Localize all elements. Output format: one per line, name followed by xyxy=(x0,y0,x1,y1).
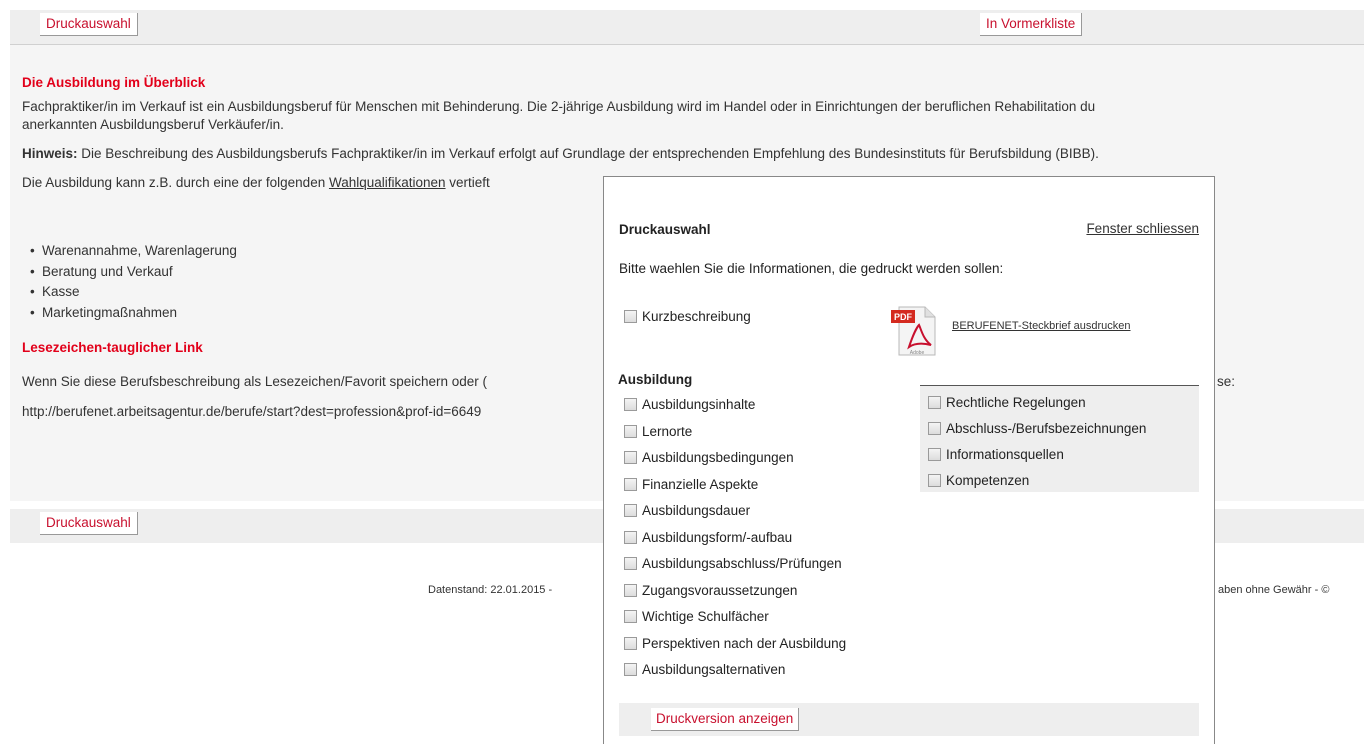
checkbox-box[interactable] xyxy=(928,448,941,461)
checkbox-label: Ausbildungsbedingungen xyxy=(642,450,794,465)
checkbox-box[interactable] xyxy=(624,663,637,676)
wahl-suffix: vertieft xyxy=(445,175,490,190)
print-selection-button-bottom[interactable]: Druckauswahl xyxy=(40,512,138,535)
checkbox-box[interactable] xyxy=(624,531,637,544)
checkbox-informationsquellen[interactable]: Informationsquellen xyxy=(928,445,1064,465)
wahl-paragraph: Die Ausbildung kann z.B. durch eine der … xyxy=(22,174,490,192)
list-item: Beratung und Verkauf xyxy=(30,262,237,283)
checkbox-finanzielle-aspekte[interactable]: Finanzielle Aspekte xyxy=(624,475,758,495)
checkbox-label: Ausbildungsdauer xyxy=(642,503,751,518)
checkbox-label: Kompetenzen xyxy=(946,473,1030,488)
checkbox-perspektiven[interactable]: Perspektiven nach der Ausbildung xyxy=(624,634,846,654)
checkbox-box[interactable] xyxy=(624,398,637,411)
checkbox-box[interactable] xyxy=(624,637,637,650)
dialog-footer: Druckversion anzeigen xyxy=(619,703,1199,736)
bookmark-url: http://berufenet.arbeitsagentur.de/beruf… xyxy=(22,404,482,419)
list-item: Kasse xyxy=(30,282,237,303)
hint-text: Die Beschreibung des Ausbildungsberufs F… xyxy=(77,146,1099,161)
checkbox-ausbildungsdauer[interactable]: Ausbildungsdauer xyxy=(624,501,750,521)
dialog-intro: Bitte waehlen Sie die Informationen, die… xyxy=(619,261,1004,276)
checkbox-lernorte[interactable]: Lernorte xyxy=(624,422,692,442)
intro-text-line1: Fachpraktiker/in im Verkauf ist ein Ausb… xyxy=(22,99,1096,114)
wahlqualifikationen-link[interactable]: Wahlqualifikationen xyxy=(329,175,446,190)
checkbox-label: Lernorte xyxy=(642,424,693,439)
show-print-version-button[interactable]: Druckversion anzeigen xyxy=(651,708,800,731)
checkbox-label: Ausbildungsinhalte xyxy=(642,397,756,412)
checkbox-box[interactable] xyxy=(928,474,941,487)
right-options-group: Rechtliche Regelungen Abschluss-/Berufsb… xyxy=(920,385,1199,492)
checkbox-ausbildungsform[interactable]: Ausbildungsform/-aufbau xyxy=(624,528,792,548)
dialog-title: Druckauswahl xyxy=(619,222,711,237)
ausbildung-heading: Ausbildung xyxy=(618,372,693,387)
checkbox-ausbildungsalternativen[interactable]: Ausbildungsalternativen xyxy=(624,660,785,680)
add-to-watchlist-button[interactable]: In Vormerkliste xyxy=(980,13,1083,36)
overview-heading: Die Ausbildung im Überblick xyxy=(22,75,206,90)
checkbox-box[interactable] xyxy=(624,478,637,491)
footer-date: Datenstand: 22.01.2015 - xyxy=(428,584,553,596)
intro-text-line2: anerkannten Ausbildungsberuf Verkäufer/i… xyxy=(22,117,284,132)
hint-paragraph: Hinweis: Die Beschreibung des Ausbildung… xyxy=(22,145,1099,163)
checkbox-label: Wichtige Schulfächer xyxy=(642,609,769,624)
close-dialog-link[interactable]: Fenster schliessen xyxy=(1086,221,1199,236)
checkbox-box[interactable] xyxy=(928,422,941,435)
checkbox-ausbildungsinhalte[interactable]: Ausbildungsinhalte xyxy=(624,395,755,415)
hint-label: Hinweis: xyxy=(22,146,78,161)
checkbox-box[interactable] xyxy=(624,425,637,438)
checkbox-label: Ausbildungsabschluss/Prüfungen xyxy=(642,556,842,571)
checkbox-box[interactable] xyxy=(928,396,941,409)
checkbox-box[interactable] xyxy=(624,451,637,464)
checkbox-label: Rechtliche Regelungen xyxy=(946,395,1086,410)
checkbox-label: Abschluss-/Berufsbezeichnungen xyxy=(946,421,1147,436)
checkbox-label: Ausbildungsalternativen xyxy=(642,662,786,677)
checkbox-schulfaecher[interactable]: Wichtige Schulfächer xyxy=(624,607,769,627)
checkbox-kurzbeschreibung[interactable]: Kurzbeschreibung xyxy=(624,307,751,327)
print-selection-button[interactable]: Druckauswahl xyxy=(40,13,138,36)
print-selection-dialog: Druckauswahl Fenster schliessen Bitte wa… xyxy=(603,176,1215,744)
top-toolbar: Druckauswahl In Vormerkliste xyxy=(10,10,1364,45)
checkbox-kompetenzen[interactable]: Kompetenzen xyxy=(928,471,1029,491)
bookmark-heading: Lesezeichen-tauglicher Link xyxy=(22,340,203,355)
list-item: Warenannahme, Warenlagerung xyxy=(30,241,237,262)
checkbox-label: Finanzielle Aspekte xyxy=(642,477,759,492)
bookmark-text-end: se: xyxy=(1217,374,1236,389)
checkbox-label: Informationsquellen xyxy=(946,447,1064,462)
checkbox-label: Kurzbeschreibung xyxy=(642,309,751,324)
checkbox-zugangsvoraussetzungen[interactable]: Zugangsvoraussetzungen xyxy=(624,581,797,601)
checkbox-label: Ausbildungsform/-aufbau xyxy=(642,530,793,545)
checkbox-ausbildungsbedingungen[interactable]: Ausbildungsbedingungen xyxy=(624,448,794,468)
checkbox-box[interactable] xyxy=(624,310,637,323)
checkbox-box[interactable] xyxy=(624,584,637,597)
pdf-steckbrief-link[interactable]: BERUFENET-Steckbrief ausdrucken xyxy=(952,320,1131,332)
footer-disclaimer: aben ohne Gewähr - © xyxy=(1218,584,1330,596)
checkbox-label: Perspektiven nach der Ausbildung xyxy=(642,636,847,651)
checkbox-abschlussbezeichnungen[interactable]: Abschluss-/Berufsbezeichnungen xyxy=(928,419,1146,439)
list-item: Marketingmaßnahmen xyxy=(30,303,237,324)
bookmark-text: Wenn Sie diese Berufsbeschreibung als Le… xyxy=(22,374,488,389)
svg-text:PDF: PDF xyxy=(894,312,913,322)
checkbox-ausbildungsabschluss[interactable]: Ausbildungsabschluss/Prüfungen xyxy=(624,554,842,574)
qualification-list: Warenannahme, Warenlagerung Beratung und… xyxy=(30,241,237,323)
checkbox-rechtliche-regelungen[interactable]: Rechtliche Regelungen xyxy=(928,393,1086,413)
pdf-icon[interactable]: PDF Adobe xyxy=(891,305,937,357)
checkbox-box[interactable] xyxy=(624,557,637,570)
svg-text:Adobe: Adobe xyxy=(910,350,925,356)
checkbox-box[interactable] xyxy=(624,610,637,623)
wahl-prefix: Die Ausbildung kann z.B. durch eine der … xyxy=(22,175,329,190)
checkbox-box[interactable] xyxy=(624,504,637,517)
checkbox-label: Zugangsvoraussetzungen xyxy=(642,583,798,598)
